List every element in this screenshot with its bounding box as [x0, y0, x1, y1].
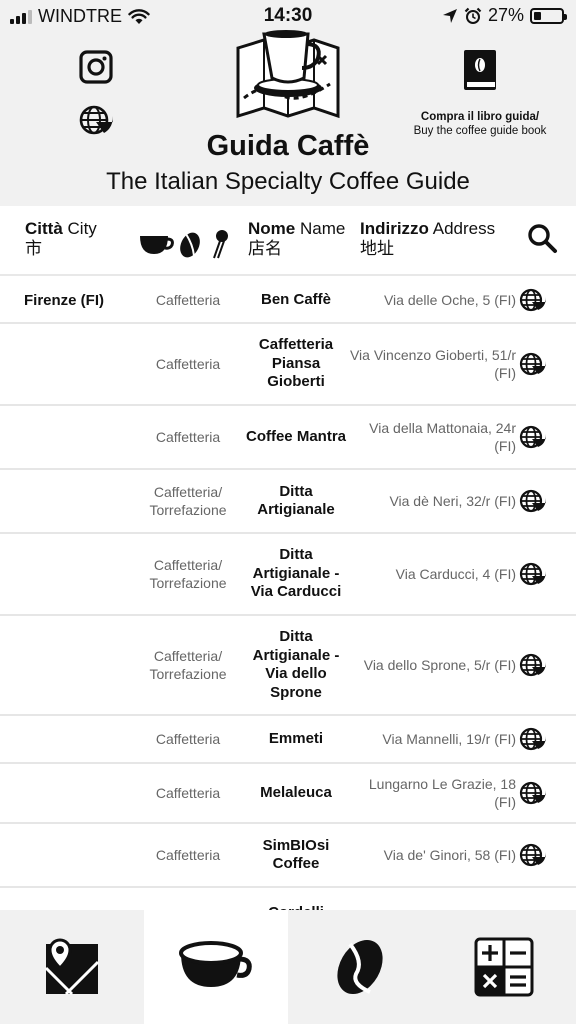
buy-guide-link[interactable]: Compra il libro guida/ Buy the coffee gu…	[396, 110, 564, 138]
battery-level-fill	[534, 11, 541, 20]
list-item[interactable]: Caffetteria/ Torrefazione Ditta Artigiana…	[0, 470, 576, 534]
row-type: Caffetteria/ Torrefazione	[149, 648, 227, 682]
website-globe-icon[interactable]	[519, 653, 547, 677]
row-name: Caffetteria Piansa Gioberti	[258, 336, 334, 391]
row-name: Ben Caffè	[260, 290, 331, 308]
column-type-icons[interactable]	[138, 228, 234, 260]
column-address-zh: 地址	[360, 239, 394, 259]
row-address: Via Vincenzo Gioberti, 51/r (FI)	[349, 347, 516, 381]
row-name: Coffee Mantra	[245, 427, 346, 445]
list-item[interactable]: Firenze (FI) Caffetteria Ben Caffè Via dell…	[0, 278, 576, 324]
column-name-zh: 店名	[248, 239, 282, 259]
website-globe-icon[interactable]	[519, 425, 547, 449]
tab-bar	[0, 910, 576, 1024]
bean-icon	[180, 232, 200, 258]
website-globe-icon[interactable]	[519, 489, 547, 513]
column-city-zh: 市	[25, 239, 42, 259]
row-address: Via dello Sprone, 5/r (FI)	[363, 657, 516, 673]
row-city	[24, 888, 144, 910]
location-arrow-icon	[442, 8, 457, 23]
row-city	[24, 324, 144, 404]
tab-beans[interactable]	[288, 910, 432, 1024]
coffee-cup-icon	[179, 941, 252, 987]
row-name: Ditta Artigianale	[257, 482, 335, 519]
row-name: Emmeti	[268, 729, 324, 747]
website-globe-icon[interactable]	[519, 781, 547, 805]
column-city[interactable]: Città City 市	[25, 218, 97, 260]
row-type: Caffetteria	[155, 292, 221, 308]
list-item[interactable]: Cordelli	[0, 888, 576, 910]
column-name-it: Nome	[248, 219, 296, 238]
website-globe-icon[interactable]	[519, 727, 547, 751]
website-globe-icon[interactable]	[519, 562, 547, 586]
tab-map[interactable]	[0, 910, 144, 1024]
cafe-list[interactable]: Firenze (FI) Caffetteria Ben Caffè Via dell…	[0, 278, 576, 910]
grinder-icon	[213, 230, 228, 259]
row-city	[24, 824, 144, 886]
row-city	[24, 406, 144, 468]
row-city	[24, 534, 144, 614]
row-type: Caffetteria/ Torrefazione	[149, 484, 227, 518]
row-address	[346, 888, 516, 910]
battery-percent: 27%	[487, 5, 524, 25]
status-right: 27%	[442, 5, 567, 26]
list-item[interactable]: Caffetteria Melaleuca Lungarno Le Grazie, …	[0, 764, 576, 824]
column-name-en: Name	[299, 219, 346, 238]
row-name: Ditta Artigianale - Via Carducci	[250, 546, 342, 601]
column-city-en: City	[67, 219, 97, 238]
list-item[interactable]: Caffetteria Emmeti Via Mannelli, 19/r (FI)	[0, 716, 576, 764]
row-city	[24, 616, 144, 714]
list-item[interactable]: Caffetteria SimBIOsi Coffee Via de' Ginori…	[0, 824, 576, 888]
coffee-bean-icon	[337, 939, 383, 995]
app-subtitle: The Italian Specialty Coffee Guide	[106, 168, 470, 195]
row-name: Ditta Artigianale - Via dello Sprone	[252, 628, 340, 701]
row-address: Via dè Neri, 32/r (FI)	[389, 493, 516, 509]
tab-cafes[interactable]	[144, 910, 288, 1024]
row-address: Via Mannelli, 19/r (FI)	[382, 731, 516, 747]
row-type	[134, 888, 242, 910]
column-address[interactable]: Indirizzo Address 地址	[360, 218, 495, 260]
tab-calculator[interactable]	[432, 910, 576, 1024]
row-type: Caffetteria	[155, 731, 221, 747]
alarm-icon	[464, 7, 482, 24]
calculator-icon	[474, 937, 534, 997]
buy-guide-line-it: Compra il libro guida/	[420, 111, 540, 123]
row-city	[24, 470, 144, 532]
battery-icon	[530, 7, 567, 24]
list-item[interactable]: Caffetteria/ Torrefazione Ditta Artigiana…	[0, 534, 576, 616]
website-globe-icon[interactable]	[519, 288, 547, 312]
search-icon[interactable]	[526, 222, 558, 254]
column-address-en: Address	[432, 219, 496, 238]
row-city: Firenze (FI)	[24, 291, 105, 309]
list-item[interactable]: Caffetteria Caffetteria Piansa Gioberti Vi…	[0, 324, 576, 406]
column-name[interactable]: Nome Name 店名	[248, 218, 345, 260]
row-type: Caffetteria	[155, 429, 221, 445]
row-address: Via della Mattonaia, 24r (FI)	[369, 420, 516, 454]
row-type: Caffetteria	[155, 356, 221, 372]
list-item[interactable]: Caffetteria/ Torrefazione Ditta Artigiana…	[0, 616, 576, 716]
row-address: Via Carducci, 4 (FI)	[395, 566, 516, 582]
instagram-icon[interactable]	[79, 50, 113, 84]
guide-book-icon[interactable]	[462, 48, 498, 92]
row-name: SimBIOsi Coffee	[262, 836, 330, 873]
app-logo	[236, 30, 340, 119]
cup-icon	[140, 236, 174, 254]
buy-guide-line-en: Buy the coffee guide book	[413, 125, 547, 137]
row-name: Melaleuca	[260, 783, 332, 801]
map-icon	[44, 938, 100, 996]
row-type: Caffetteria	[155, 847, 221, 863]
column-address-it: Indirizzo	[360, 219, 429, 238]
website-globe-icon[interactable]	[519, 843, 547, 867]
row-address: Lungarno Le Grazie, 18 (FI)	[368, 776, 516, 810]
website-globe-icon[interactable]	[519, 352, 547, 376]
row-type: Caffetteria	[155, 785, 221, 801]
row-address: Via delle Oche, 5 (FI)	[383, 292, 516, 308]
row-city	[24, 764, 144, 822]
column-city-it: Città	[25, 219, 63, 238]
row-city	[24, 716, 144, 762]
row-type: Caffetteria/ Torrefazione	[149, 557, 227, 591]
row-name: Cordelli	[244, 888, 348, 910]
row-address: Via de' Ginori, 58 (FI)	[383, 847, 516, 863]
list-item[interactable]: Caffetteria Coffee Mantra Via della Matton…	[0, 406, 576, 470]
